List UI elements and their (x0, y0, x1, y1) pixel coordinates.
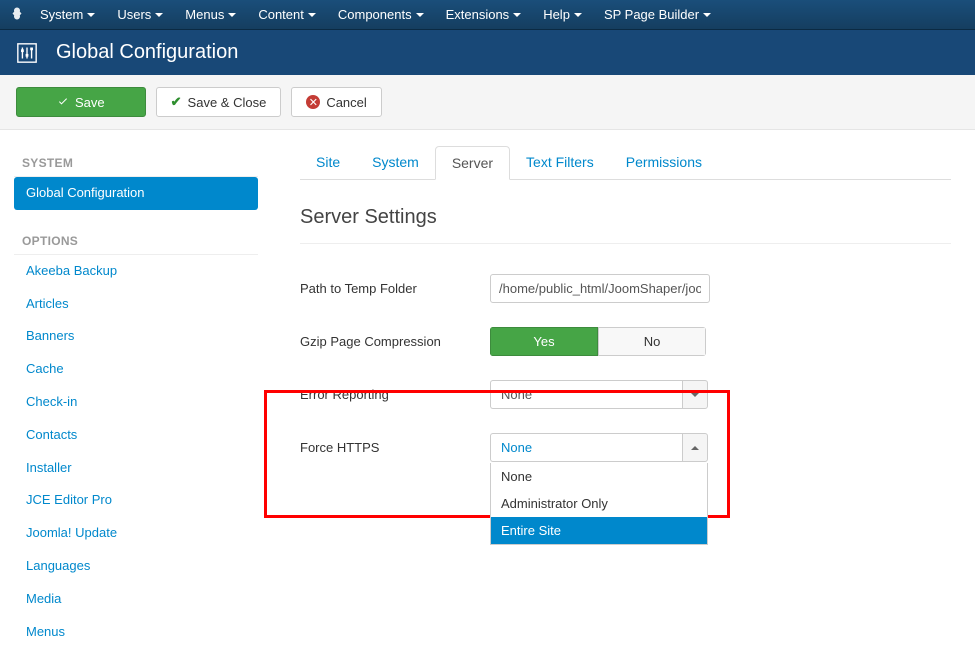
menu-system[interactable]: System (40, 7, 95, 22)
label-force-https: Force HTTPS (300, 440, 490, 455)
caret-down-icon (513, 13, 521, 17)
content-area: Site System Server Text Filters Permissi… (270, 130, 975, 666)
sidebar-item-akeeba-backup[interactable]: Akeeba Backup (14, 255, 258, 288)
cancel-button[interactable]: ✕ Cancel (291, 87, 381, 117)
menu-help[interactable]: Help (543, 7, 582, 22)
menu-menus[interactable]: Menus (185, 7, 236, 22)
toggle-gzip: Yes No (490, 327, 706, 356)
tab-text-filters[interactable]: Text Filters (510, 146, 610, 179)
caret-down-icon (155, 13, 163, 17)
save-close-button[interactable]: ✔ Save & Close (156, 87, 282, 117)
option-entire-site[interactable]: Entire Site (491, 517, 707, 544)
option-administrator-only[interactable]: Administrator Only (491, 490, 707, 517)
caret-down-icon (691, 393, 699, 397)
equalizer-icon (16, 42, 38, 64)
dropdown-force-https: None Administrator Only Entire Site (490, 463, 708, 545)
row-error-reporting: Error Reporting None (300, 380, 951, 409)
sidebar-item-menus[interactable]: Menus (14, 616, 258, 649)
label-gzip: Gzip Page Compression (300, 334, 490, 349)
divider (300, 243, 951, 244)
sidebar-group-system: SYSTEM (14, 150, 258, 176)
sidebar-item-banners[interactable]: Banners (14, 320, 258, 353)
caret-up-icon (691, 446, 699, 450)
label-error-reporting: Error Reporting (300, 387, 490, 402)
sidebar-item-installer[interactable]: Installer (14, 452, 258, 485)
select-force-https-toggle[interactable] (682, 433, 708, 462)
sidebar: SYSTEM Global Configuration OPTIONS Akee… (0, 130, 270, 666)
sidebar-item-global-configuration[interactable]: Global Configuration (14, 177, 258, 210)
row-path-to-temp: Path to Temp Folder (300, 274, 951, 303)
select-force-https-display: None (490, 433, 682, 462)
caret-down-icon (228, 13, 236, 17)
tab-server[interactable]: Server (435, 146, 510, 180)
caret-down-icon (87, 13, 95, 17)
sidebar-item-check-in[interactable]: Check-in (14, 386, 258, 419)
tabs: Site System Server Text Filters Permissi… (300, 146, 951, 180)
sidebar-item-articles[interactable]: Articles (14, 288, 258, 321)
sidebar-item-jce-editor-pro[interactable]: JCE Editor Pro (14, 484, 258, 517)
menu-users[interactable]: Users (117, 7, 163, 22)
tab-site[interactable]: Site (300, 146, 356, 179)
select-error-display: None (490, 380, 682, 409)
toolbar: Save ✔ Save & Close ✕ Cancel (0, 75, 975, 130)
menu-components[interactable]: Components (338, 7, 424, 22)
caret-down-icon (416, 13, 424, 17)
check-icon: ✔ (171, 94, 182, 110)
menu-content[interactable]: Content (258, 7, 316, 22)
top-menubar: System Users Menus Content Components Ex… (0, 0, 975, 30)
section-heading: Server Settings (300, 206, 951, 229)
menu-sppagebuilder[interactable]: SP Page Builder (604, 7, 711, 22)
sidebar-group-options: OPTIONS (14, 228, 258, 254)
joomla-logo-icon (8, 6, 26, 24)
sidebar-item-joomla-update[interactable]: Joomla! Update (14, 517, 258, 550)
label-path: Path to Temp Folder (300, 281, 490, 296)
input-path-to-temp[interactable] (490, 274, 710, 303)
row-gzip: Gzip Page Compression Yes No (300, 327, 951, 356)
save-button[interactable]: Save (16, 87, 146, 117)
toggle-gzip-no[interactable]: No (598, 327, 706, 356)
toggle-gzip-yes[interactable]: Yes (490, 327, 598, 356)
select-force-https[interactable]: None (490, 433, 708, 462)
row-force-https: Force HTTPS None None Administrator Only… (300, 433, 951, 462)
sidebar-item-media[interactable]: Media (14, 583, 258, 616)
tab-system[interactable]: System (356, 146, 435, 179)
select-error-reporting[interactable]: None (490, 380, 708, 409)
sidebar-item-languages[interactable]: Languages (14, 550, 258, 583)
page-title: Global Configuration (56, 41, 238, 64)
menu-extensions[interactable]: Extensions (446, 7, 522, 22)
apply-icon (57, 96, 69, 108)
tab-permissions[interactable]: Permissions (610, 146, 718, 179)
caret-down-icon (703, 13, 711, 17)
select-error-toggle[interactable] (682, 380, 708, 409)
caret-down-icon (574, 13, 582, 17)
caret-down-icon (308, 13, 316, 17)
sidebar-item-contacts[interactable]: Contacts (14, 419, 258, 452)
option-none[interactable]: None (491, 463, 707, 490)
page-header: Global Configuration (0, 30, 975, 75)
sidebar-item-cache[interactable]: Cache (14, 353, 258, 386)
cancel-icon: ✕ (306, 95, 320, 109)
